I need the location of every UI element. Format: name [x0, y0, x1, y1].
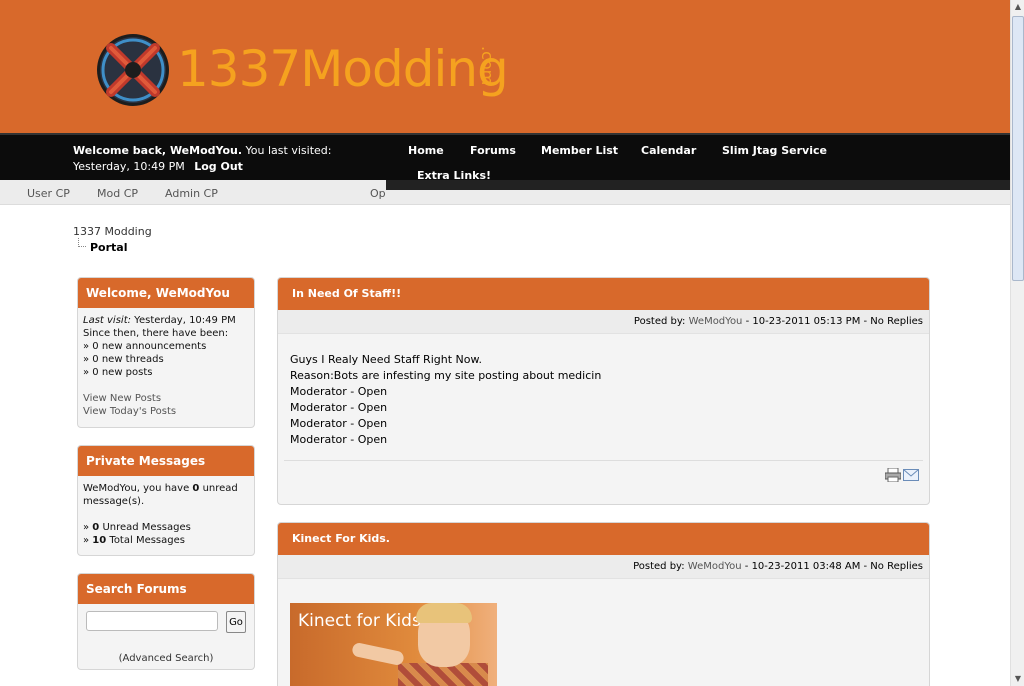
since-text: Since then, there have been:	[83, 328, 229, 339]
pm-total-line-label: Total Messages	[109, 535, 185, 546]
post-meta-suffix: - 10-23-2011 03:48 AM - No Replies	[744, 561, 923, 572]
post-line: Guys I Realy Need Staff Right Now.	[290, 353, 482, 366]
email-icon[interactable]	[903, 469, 919, 481]
pm-total-line-count: 10	[92, 535, 107, 546]
sub-nav: User CP Mod CP Admin CP Op	[0, 180, 1010, 205]
welcome-prefix: Welcome back, WeModYou.	[73, 144, 243, 157]
search-box-body: Go (Advanced Search)	[78, 604, 254, 669]
post-footer	[284, 460, 923, 496]
scroll-thumb[interactable]	[1012, 16, 1024, 281]
welcome-box-title: Welcome, WeModYou	[78, 278, 254, 308]
user-navbar: Welcome back, WeModYou. You last visited…	[0, 133, 1010, 192]
last-visit-line: Last visit: Yesterday, 10:49 PM	[83, 314, 249, 327]
private-messages-box: Private Messages WeModYou, you have 0 un…	[77, 445, 255, 556]
mod-cp-link[interactable]: Mod CP	[97, 187, 138, 200]
post-line: Reason:Bots are infesting my site postin…	[290, 369, 602, 382]
nav-calendar[interactable]: Calendar	[641, 144, 696, 157]
post-meta-prefix: Posted by:	[633, 316, 686, 327]
post-line: Moderator - Open	[290, 385, 388, 398]
nav-forums[interactable]: Forums	[470, 144, 516, 157]
post-line: Moderator - Open	[290, 433, 388, 446]
nav-slim-jtag[interactable]: Slim Jtag Service	[722, 144, 827, 157]
search-input[interactable]	[86, 611, 218, 631]
scroll-up-arrow-icon[interactable]: ▲	[1012, 1, 1024, 13]
post-meta: Posted by: WeModYou - 10-23-2011 05:13 P…	[278, 310, 929, 334]
post-title[interactable]: In Need Of Staff!!	[278, 278, 929, 310]
view-todays-posts-link[interactable]: View Today's Posts	[83, 405, 249, 418]
post-meta-prefix: Posted by:	[633, 561, 685, 572]
pm-summary-pre: WeModYou, you have	[83, 483, 193, 494]
kinect-for-kids-image: Kinect for Kids	[290, 603, 497, 686]
welcome-box: Welcome, WeModYou Last visit: Yesterday,…	[77, 277, 255, 428]
pm-box-body: WeModYou, you have 0 unread message(s). …	[78, 476, 254, 553]
pm-unread-line[interactable]: » 0 Unread Messages	[83, 521, 249, 534]
pm-unread-line-label: Unread Messages	[102, 522, 191, 533]
post-author-link[interactable]: WeModYou	[689, 316, 743, 327]
post-line: Moderator - Open	[290, 401, 388, 414]
welcome-message: Welcome back, WeModYou. You last visited…	[73, 143, 383, 175]
logo-wordmark: 1337Modding	[177, 40, 509, 98]
search-go-button[interactable]: Go	[226, 611, 246, 633]
post-meta-suffix: - 10-23-2011 05:13 PM - No Replies	[745, 316, 923, 327]
vertical-scrollbar[interactable]: ▲ ▼	[1010, 0, 1024, 686]
welcome-box-body: Last visit: Yesterday, 10:49 PM Since th…	[78, 308, 254, 424]
new-posts: » 0 new posts	[83, 367, 153, 378]
post-body: Guys I Realy Need Staff Right Now. Reaso…	[278, 334, 929, 460]
pm-box-title: Private Messages	[78, 446, 254, 476]
view-new-posts-link[interactable]: View New Posts	[83, 392, 249, 405]
post-line: Moderator - Open	[290, 417, 388, 430]
advanced-search-link[interactable]: Advanced Search	[123, 653, 210, 664]
nav-member-list[interactable]: Member List	[541, 144, 618, 157]
image-child-hair	[416, 603, 472, 623]
nav-home[interactable]: Home	[408, 144, 444, 157]
new-threads: » 0 new threads	[83, 354, 164, 365]
breadcrumb-root[interactable]: 1337 Modding	[73, 225, 152, 238]
admin-cp-link[interactable]: Admin CP	[165, 187, 218, 200]
last-visit-label: Last visit:	[83, 315, 131, 326]
image-caption: Kinect for Kids	[298, 611, 421, 631]
options-link[interactable]: Op	[370, 187, 386, 200]
post-author-link[interactable]: WeModYou	[688, 561, 742, 572]
post-meta: Posted by: WeModYou - 10-23-2011 03:48 A…	[278, 555, 929, 579]
pm-summary: WeModYou, you have 0 unread message(s).	[83, 482, 249, 508]
site-logo[interactable]: 1337Modding .com	[93, 30, 513, 116]
breadcrumb-current: Portal	[90, 241, 128, 254]
print-icon[interactable]	[885, 468, 901, 482]
post-title[interactable]: Kinect For Kids.	[278, 523, 929, 555]
site-header: 1337Modding .com	[0, 0, 1010, 133]
search-box-title: Search Forums	[78, 574, 254, 604]
scroll-down-arrow-icon[interactable]: ▼	[1012, 673, 1024, 685]
pm-unread-line-count: 0	[92, 522, 100, 533]
logout-link[interactable]: Log Out	[194, 160, 243, 173]
advanced-search-wrap: (Advanced Search)	[118, 653, 214, 664]
nav-dropdown-shadow	[386, 180, 1010, 190]
pm-total-line[interactable]: » 10 Total Messages	[83, 534, 249, 547]
xbox-logo-icon	[97, 34, 169, 106]
logo-suffix: .com	[478, 46, 497, 86]
post-in-need-of-staff: In Need Of Staff!! Posted by: WeModYou -…	[277, 277, 930, 505]
search-forums-box: Search Forums Go (Advanced Search)	[77, 573, 255, 670]
post-body: Kinect for Kids	[278, 579, 929, 686]
image-pointing-hand	[351, 641, 405, 667]
breadcrumb-connector	[78, 238, 86, 247]
new-announcements: » 0 new announcements	[83, 341, 207, 352]
user-cp-link[interactable]: User CP	[27, 187, 70, 200]
post-kinect-for-kids: Kinect For Kids. Posted by: WeModYou - 1…	[277, 522, 930, 686]
last-visit-value: Yesterday, 10:49 PM	[134, 315, 236, 326]
